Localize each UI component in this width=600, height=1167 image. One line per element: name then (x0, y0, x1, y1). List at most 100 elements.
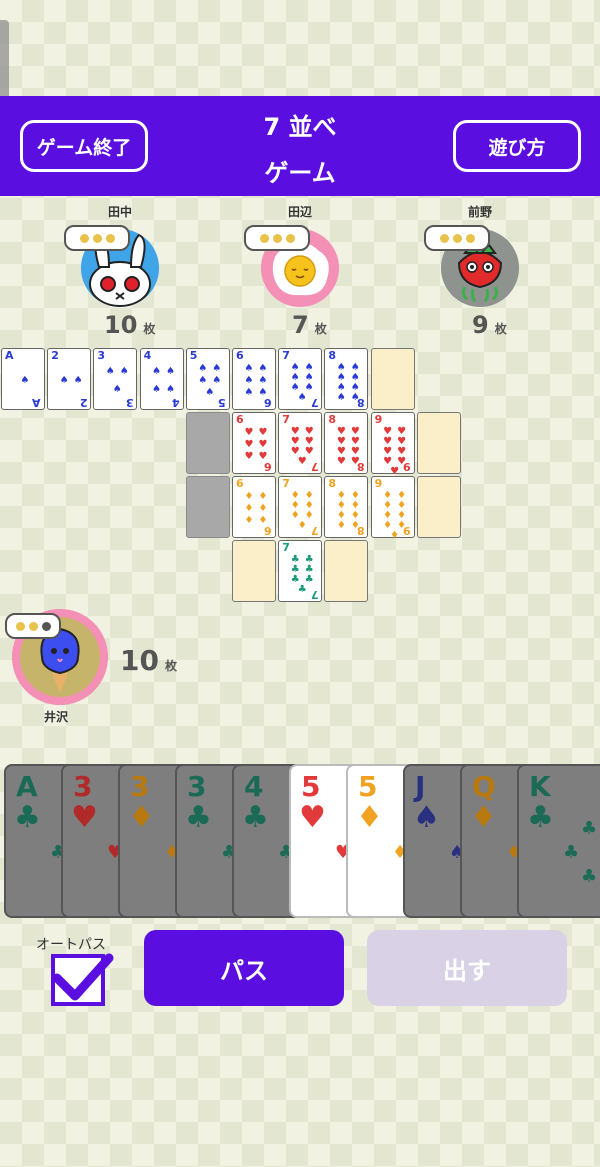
hand-card-suit-icon: ♠ (413, 800, 440, 835)
heart-suit-icon: ♥ ♥ ♥ ♥ ♥ ♥ (244, 427, 268, 462)
thinking-bubble (64, 225, 130, 251)
card-rank-bottom: 7 (310, 460, 319, 473)
spade-suit-icon: ♠ ♠ (59, 375, 83, 386)
card-count: 10 枚 (104, 311, 156, 339)
board-card: 2 ♠ ♠ 2 (47, 348, 92, 410)
diamond-suit-icon: ♦ ♦ ♦ ♦ ♦ ♦ ♦ ♦ (336, 490, 360, 531)
empty-slot (324, 540, 369, 602)
heart-suit-icon: ♥ ♥ ♥ ♥ ♥ ♥ ♥ ♥ (336, 426, 360, 467)
spade-suit-icon: ♠ ♠ ♠ ♠ ♠ ♠ ♠ ♠ (336, 362, 360, 403)
card-rank-bottom: 7 (310, 396, 319, 409)
card-rank: 4 (143, 349, 152, 362)
board-card: 8 ♦ ♦ ♦ ♦ ♦ ♦ ♦ ♦ 8 (324, 476, 369, 538)
card-rank: 7 (282, 413, 290, 426)
hand-card-rank: 3 (130, 770, 150, 803)
card-count: 9枚 (472, 311, 507, 339)
card-rank: 5 (189, 349, 198, 362)
card-rank: 6 (236, 413, 244, 426)
hand-card-suit-icon: ♦ (356, 800, 383, 835)
dot-icon (439, 233, 449, 243)
spade-suit-icon: ♠ ♠ ♠ ♠ (152, 366, 176, 395)
spade-suit-icon: ♠ ♠ ♠ ♠ ♠ ♠ ♠ (290, 362, 314, 403)
card-rank-bottom: A (32, 396, 41, 409)
card-rank: 9 (374, 413, 383, 426)
hand-card-rank: 4 (244, 770, 264, 803)
spade-suit-icon: ♠ ♠ ♠ (105, 366, 129, 395)
diamond-suit-icon: ♦ ♦ ♦ ♦ ♦ ♦ (244, 491, 268, 526)
diamond-suit-icon: ♦ ♦ ♦ ♦ ♦ ♦ ♦ ♦ ♦ (383, 490, 407, 541)
dot-icon (41, 621, 51, 631)
autopass-checkbox[interactable] (51, 953, 114, 1006)
hand-card-rank: A (16, 770, 38, 803)
title-line-2: ゲーム (264, 159, 336, 187)
card-rank: 3 (97, 349, 106, 362)
card-rank-bottom: 8 (356, 460, 365, 473)
hand-card-suit-icon: ♣ (242, 800, 269, 835)
card-rank-bottom: 9 (402, 460, 411, 473)
heart-suit-icon: ♥ ♥ ♥ ♥ ♥ ♥ ♥ ♥ ♥ (383, 426, 407, 477)
end-game-button[interactable]: ゲーム終了 (20, 120, 148, 172)
card-pip-icon: ♣ (581, 818, 598, 839)
empty-slot (370, 348, 415, 410)
hand-card-suit-icon: ♥ (71, 800, 98, 835)
card-rank-bottom: 6 (264, 460, 272, 473)
hand-card-rank: K (529, 770, 551, 803)
thinking-bubble (424, 225, 490, 251)
hand-card-rank: Q (472, 770, 496, 803)
card-rank-bottom: 3 (125, 396, 134, 409)
play-button[interactable]: 出す (367, 930, 567, 1006)
club-suit-icon: ♣ ♣ ♣ ♣ ♣ ♣ ♣ (290, 554, 314, 595)
dot-icon (92, 233, 102, 243)
header-bar: ゲーム終了 7 並べ ゲーム 遊び方 (0, 96, 600, 196)
dot-icon (259, 233, 269, 243)
card-rank: A (5, 349, 14, 362)
card-rank: 7 (282, 541, 290, 554)
card-rank-bottom: 8 (356, 524, 365, 537)
title-line-1: 7 並べ (263, 113, 337, 141)
board-card: 8 ♥ ♥ ♥ ♥ ♥ ♥ ♥ ♥ 8 (324, 412, 369, 474)
board-card: 7 ♦ ♦ ♦ ♦ ♦ ♦ ♦ 7 (278, 476, 323, 538)
thinking-bubble (5, 613, 61, 639)
hand-card-suit-icon: ♣ (14, 800, 41, 835)
board-card: 6 ♥ ♥ ♥ ♥ ♥ ♥ 6 (232, 412, 276, 474)
opponent-1: 田中 10 枚 (50, 203, 190, 343)
pass-button[interactable]: パス (144, 930, 344, 1006)
board-card: 9 ♦ ♦ ♦ ♦ ♦ ♦ ♦ ♦ ♦ 9 (370, 476, 415, 541)
board-card: 4 ♠ ♠ ♠ ♠ 4 (139, 348, 184, 410)
player-card-count: 10 枚 (120, 644, 177, 677)
board-card: 7 ♥ ♥ ♥ ♥ ♥ ♥ ♥ 7 (278, 412, 323, 474)
dot-icon (79, 233, 89, 243)
empty-slot (416, 412, 461, 474)
board-card: 9 ♥ ♥ ♥ ♥ ♥ ♥ ♥ ♥ ♥ 9 (370, 412, 415, 477)
board-card: 6 ♠ ♠ ♠ ♠ ♠ ♠ 6 (232, 348, 276, 410)
dot-icon (272, 233, 282, 243)
checkmark-icon (52, 953, 114, 1001)
opponent-3: 前野 9枚 (410, 203, 550, 343)
board-card: 7 ♠ ♠ ♠ ♠ ♠ ♠ ♠ 7 (278, 348, 323, 410)
card-rank: 6 (236, 349, 244, 362)
dot-icon (28, 621, 38, 631)
dot-icon (452, 233, 462, 243)
hand-card-rank: J (415, 770, 426, 803)
hand-card[interactable]: K ♣ ♣ ♣ ♣ (517, 764, 600, 918)
hand-card-rank: 3 (187, 770, 207, 803)
board-card: 5 ♠ ♠ ♠ ♠ ♠ 5 (185, 348, 230, 410)
card-pip-icon: ♣ (563, 842, 580, 863)
spade-suit-icon: ♠ ♠ ♠ ♠ ♠ ♠ (244, 363, 268, 398)
how-to-play-button[interactable]: 遊び方 (453, 120, 581, 172)
card-rank-bottom: 6 (264, 396, 272, 409)
card-rank: 8 (328, 477, 337, 490)
opponent-name: 田辺 (287, 205, 312, 219)
card-rank: 2 (51, 349, 59, 362)
thinking-bubble (244, 225, 310, 251)
card-rank-bottom: 8 (356, 396, 365, 409)
spade-suit-icon: ♠ ♠ ♠ ♠ ♠ (198, 363, 222, 398)
opponent-name: 前野 (467, 205, 492, 219)
card-rank-bottom: 4 (171, 396, 180, 409)
hand-card-suit-icon: ♦ (128, 800, 155, 835)
spade-suit-icon: ♠ (20, 375, 30, 386)
dot-icon (15, 621, 25, 631)
page-title: 7 並べ ゲーム (200, 104, 400, 196)
opponent-2: 田辺 7枚 (230, 203, 370, 343)
hand-card-rank: 3 (73, 770, 93, 803)
